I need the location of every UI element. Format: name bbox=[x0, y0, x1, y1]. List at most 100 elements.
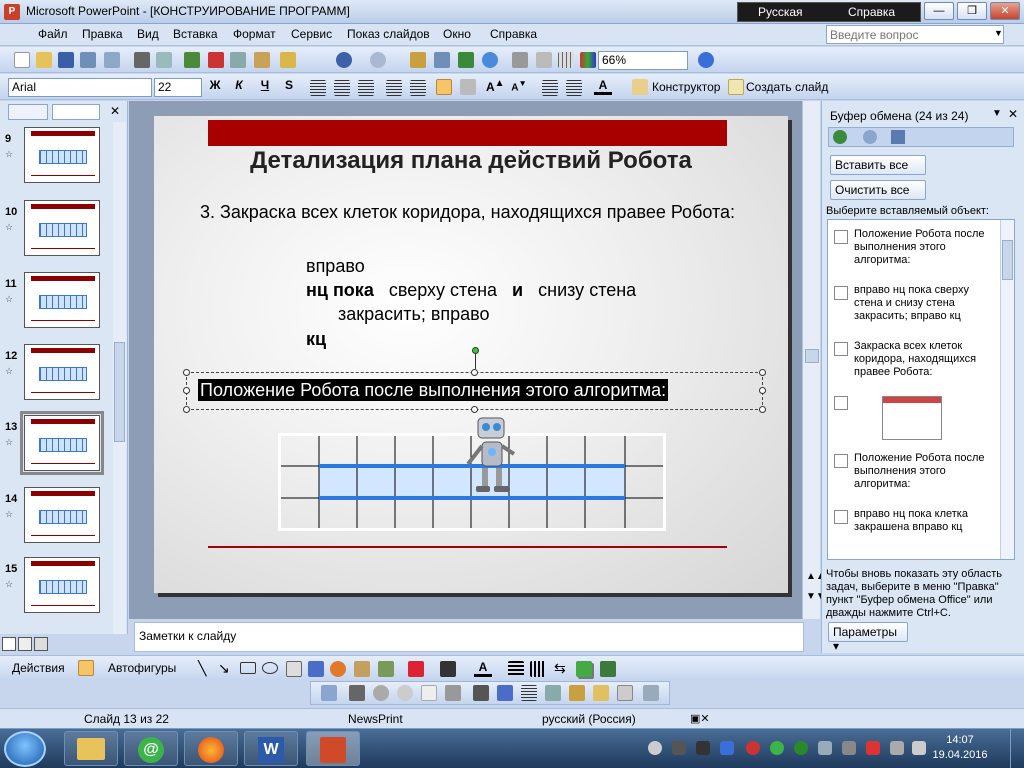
set-transparent-icon[interactable] bbox=[617, 685, 633, 701]
slide-title[interactable]: Детализация плана действий Робота bbox=[154, 147, 788, 175]
slide[interactable]: Детализация плана действий Робота 3. Зак… bbox=[154, 116, 788, 593]
copy-icon[interactable] bbox=[230, 52, 246, 68]
home-icon[interactable] bbox=[891, 130, 905, 144]
spelling-status-icon[interactable]: ▣✕ bbox=[690, 712, 710, 725]
crop-icon[interactable] bbox=[473, 685, 489, 701]
fill-color-icon[interactable] bbox=[408, 661, 424, 677]
numbering-icon[interactable] bbox=[386, 80, 402, 96]
word-task[interactable]: W bbox=[244, 731, 298, 766]
slide-thumbnail[interactable] bbox=[24, 272, 100, 328]
menu-file[interactable]: Файл bbox=[38, 27, 68, 41]
rotate-left-icon[interactable] bbox=[497, 685, 513, 701]
save-icon[interactable] bbox=[58, 52, 74, 68]
less-contrast-icon[interactable] bbox=[397, 685, 413, 701]
bold-button[interactable]: Ж bbox=[206, 78, 224, 92]
paste-all-button[interactable]: Вставить все bbox=[830, 155, 926, 175]
rotate-handle[interactable] bbox=[472, 347, 479, 354]
increase-font-button[interactable]: A▲ bbox=[486, 78, 505, 94]
question-search-input[interactable] bbox=[826, 25, 1004, 44]
new-icon[interactable] bbox=[14, 52, 30, 68]
close-pane-icon[interactable]: ✕ bbox=[110, 104, 120, 118]
pane-close-icon[interactable]: ✕ bbox=[1008, 107, 1018, 121]
slide-scrollbar[interactable]: ▲▲ ▼▼ bbox=[802, 101, 826, 619]
resize-handle-se[interactable] bbox=[759, 406, 766, 413]
underline-button[interactable]: Ч bbox=[256, 78, 274, 92]
help-icon[interactable] bbox=[698, 52, 714, 68]
autoshapes-menu[interactable]: Автофигуры bbox=[108, 661, 176, 675]
permission-icon[interactable] bbox=[80, 52, 96, 68]
menu-view[interactable]: Вид bbox=[137, 27, 159, 41]
start-button[interactable] bbox=[4, 731, 46, 767]
clear-all-button[interactable]: Очистить все bbox=[830, 180, 926, 200]
zoom-combo[interactable]: 66% bbox=[598, 51, 688, 70]
decrease-font-button[interactable]: A▼ bbox=[510, 78, 528, 93]
tray-network-icon[interactable] bbox=[866, 741, 880, 755]
actions-menu[interactable]: Действия bbox=[12, 661, 65, 675]
diagram-icon[interactable] bbox=[330, 661, 346, 677]
less-brightness-icon[interactable] bbox=[445, 685, 461, 701]
designer-icon[interactable] bbox=[632, 79, 648, 95]
3d-style-icon[interactable] bbox=[600, 661, 616, 677]
slides-tab[interactable] bbox=[52, 104, 100, 120]
tray-settings-icon[interactable] bbox=[818, 741, 832, 755]
close-button[interactable]: ✕ bbox=[990, 2, 1020, 20]
system-clock[interactable]: 14:07 19.04.2016 bbox=[930, 733, 990, 763]
firefox-task[interactable] bbox=[184, 731, 238, 766]
align-center-icon[interactable] bbox=[334, 80, 350, 96]
designer-button[interactable]: Конструктор bbox=[652, 80, 720, 94]
format-painter-icon[interactable] bbox=[280, 52, 296, 68]
code-line-1[interactable]: вправо bbox=[306, 254, 365, 279]
tray-device-icon[interactable] bbox=[672, 741, 686, 755]
pane-dropdown-icon[interactable]: ▼ bbox=[992, 108, 1002, 119]
menu-slideshow[interactable]: Показ слайдов bbox=[347, 27, 430, 41]
tray-mail-icon[interactable] bbox=[770, 741, 784, 755]
color-icon[interactable] bbox=[349, 685, 365, 701]
powerpoint-icon[interactable]: P bbox=[4, 4, 20, 20]
tray-record-icon[interactable] bbox=[648, 741, 662, 755]
code-line-3[interactable]: закрасить; вправо bbox=[338, 302, 490, 327]
tray-monitor-icon[interactable] bbox=[696, 741, 710, 755]
more-brightness-icon[interactable] bbox=[421, 685, 437, 701]
expand-all-icon[interactable] bbox=[512, 52, 528, 68]
clipboard-item[interactable]: вправо нц пока сверху стена и снизу стен… bbox=[832, 284, 1000, 323]
thumbnails-scrollbar[interactable] bbox=[113, 122, 126, 634]
language-label[interactable]: Русская bbox=[758, 5, 803, 19]
tray-antivirus-icon[interactable] bbox=[746, 741, 760, 755]
picture-icon[interactable] bbox=[378, 661, 394, 677]
slide-thumbnail[interactable] bbox=[24, 487, 100, 543]
show-formatting-icon[interactable] bbox=[536, 52, 552, 68]
tray-update-icon[interactable] bbox=[794, 741, 808, 755]
caption-text[interactable]: Положение Робота после выполнения этого … bbox=[198, 379, 669, 401]
undo-icon[interactable] bbox=[336, 52, 352, 68]
explorer-task[interactable] bbox=[64, 731, 118, 766]
resize-handle-ne[interactable] bbox=[759, 369, 766, 376]
tray-flag-icon[interactable] bbox=[842, 741, 856, 755]
menu-format[interactable]: Формат bbox=[233, 27, 276, 41]
powerpoint-task[interactable] bbox=[306, 731, 360, 766]
cut-icon[interactable] bbox=[208, 52, 224, 68]
search-dropdown-icon[interactable]: ▼ bbox=[994, 28, 1003, 38]
sorter-view-icon[interactable] bbox=[18, 637, 32, 651]
align-right-icon[interactable] bbox=[358, 80, 374, 96]
help-label[interactable]: Справка bbox=[848, 5, 895, 19]
align-left-icon[interactable] bbox=[310, 80, 326, 96]
slide-thumbnail[interactable] bbox=[20, 411, 104, 475]
code-line-2[interactable]: нц пока сверху стена и снизу стена bbox=[306, 278, 686, 303]
arrow-style-icon[interactable]: ⇆ bbox=[554, 660, 566, 677]
clipboard-item[interactable]: вправо нц пока клетка закрашена вправо к… bbox=[832, 508, 1000, 534]
recolor-icon[interactable] bbox=[569, 685, 585, 701]
maximize-button[interactable]: ❐ bbox=[957, 2, 987, 20]
print-icon[interactable] bbox=[134, 52, 150, 68]
minimize-button[interactable]: — bbox=[924, 2, 954, 20]
format-picture-icon[interactable] bbox=[593, 685, 609, 701]
arrow-icon[interactable]: ↘ bbox=[218, 660, 230, 677]
oval-icon[interactable] bbox=[262, 662, 278, 674]
print-preview-icon[interactable] bbox=[156, 52, 172, 68]
hyperlink-icon[interactable] bbox=[482, 52, 498, 68]
menu-insert[interactable]: Вставка bbox=[173, 27, 218, 41]
line-color-icon[interactable] bbox=[440, 661, 456, 677]
compress-icon[interactable] bbox=[545, 685, 561, 701]
decrease-indent-icon[interactable] bbox=[542, 80, 558, 96]
open-icon[interactable] bbox=[36, 52, 52, 68]
resize-handle-sw[interactable] bbox=[183, 406, 190, 413]
